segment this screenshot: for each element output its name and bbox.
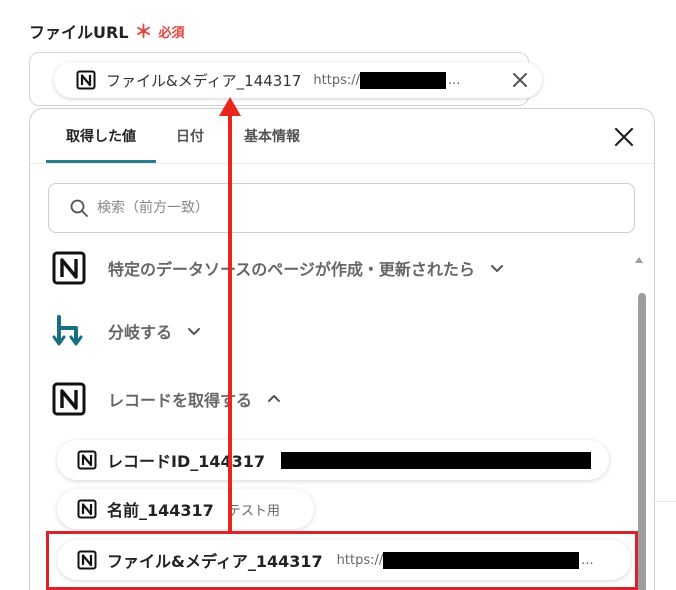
tab-bar: 取得した値 日付 基本情報	[46, 109, 320, 163]
group-branch[interactable]: 分岐する	[52, 314, 202, 348]
redacted-block	[360, 71, 447, 89]
search-box[interactable]	[48, 183, 635, 233]
group-label: 分岐する	[108, 323, 173, 342]
chip-name: ファイル&メディア_144317	[106, 71, 302, 90]
chevron-up-icon	[268, 395, 281, 402]
tab-retrieved-values[interactable]: 取得した値	[46, 109, 156, 163]
chip-url-prefix: https://	[313, 72, 361, 88]
divider	[654, 501, 676, 502]
branch-icon	[52, 315, 83, 346]
list-item[interactable]: レコードID_144317	[57, 440, 609, 480]
required-mark: ＊	[134, 22, 153, 43]
notion-icon	[77, 450, 97, 470]
tabs-divider	[30, 163, 654, 164]
notion-icon	[76, 70, 96, 90]
required-text: 必須	[158, 25, 185, 41]
highlight-box	[46, 531, 638, 590]
chevron-down-icon	[490, 265, 503, 272]
group-label: レコードを取得する	[108, 391, 253, 410]
group-get-record[interactable]: レコードを取得する	[52, 382, 282, 416]
close-icon[interactable]	[510, 70, 530, 90]
scroll-up-icon[interactable]	[634, 255, 644, 265]
notion-icon	[52, 251, 86, 285]
field-label-text: ファイルURL	[29, 23, 129, 42]
list-item[interactable]: 名前_144317 テスト用	[57, 489, 314, 529]
notion-icon	[52, 382, 86, 416]
redacted-block	[281, 451, 592, 469]
tab-basic-info[interactable]: 基本情報	[224, 109, 320, 163]
tab-date[interactable]: 日付	[156, 109, 224, 163]
chip-url-suffix: ...	[448, 72, 461, 88]
item-name: レコードID_144317	[107, 452, 266, 471]
chevron-down-icon	[188, 328, 201, 335]
field-label: ファイルURL ＊ 必須	[29, 18, 185, 44]
scrollbar-thumb[interactable]	[638, 293, 646, 590]
selected-value-chip[interactable]: ファイル&メディア_144317 https:// ...	[54, 62, 542, 98]
search-icon	[70, 199, 88, 217]
group-trigger[interactable]: 特定のデータソースのページが作成・更新されたら	[52, 251, 505, 285]
close-icon[interactable]	[612, 125, 636, 149]
search-input[interactable]	[97, 200, 577, 216]
notion-icon	[77, 499, 97, 519]
file-url-field[interactable]: ファイル&メディア_144317 https:// ...	[29, 52, 542, 106]
item-sub: テスト用	[227, 503, 280, 519]
item-name: 名前_144317	[107, 501, 214, 520]
group-label: 特定のデータソースのページが作成・更新されたら	[108, 260, 475, 279]
